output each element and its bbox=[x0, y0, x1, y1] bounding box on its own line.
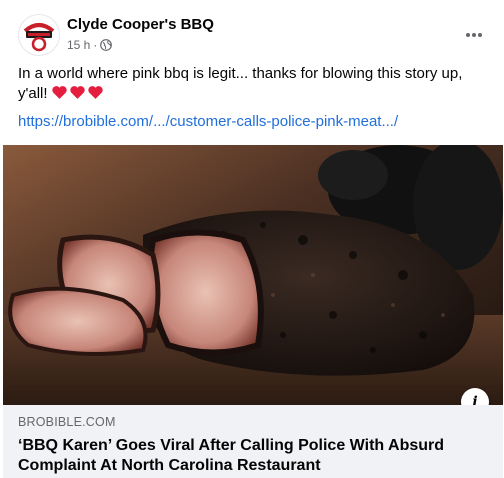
meta-separator: · bbox=[93, 38, 98, 52]
post-text: In a world where pink bbq is legit... th… bbox=[18, 64, 488, 104]
heart-emoji-icon bbox=[51, 86, 67, 99]
more-options-button[interactable] bbox=[462, 23, 486, 47]
more-options-icon bbox=[466, 33, 482, 37]
post-header: Clyde Cooper's BBQ 15 h · bbox=[0, 0, 504, 60]
clyde-coopers-logo-icon bbox=[19, 15, 59, 55]
link-headline[interactable]: ‘BBQ Karen’ Goes Viral After Calling Pol… bbox=[18, 436, 488, 476]
post-link[interactable]: https://brobible.com/.../customer-calls-… bbox=[18, 113, 398, 130]
page-name[interactable]: Clyde Cooper's BBQ bbox=[67, 16, 214, 33]
heart-emojis bbox=[51, 84, 104, 101]
brisket-photo bbox=[3, 145, 503, 405]
facebook-post: Clyde Cooper's BBQ 15 h · In a world whe… bbox=[0, 0, 504, 478]
link-preview-caption[interactable]: BROBIBLE.COM ‘BBQ Karen’ Goes Viral Afte… bbox=[3, 405, 503, 478]
post-time[interactable]: 15 h bbox=[67, 38, 90, 52]
heart-emoji-icon bbox=[69, 86, 85, 99]
post-meta: 15 h · bbox=[67, 38, 113, 52]
page-avatar[interactable] bbox=[18, 14, 60, 56]
link-preview-image[interactable] bbox=[3, 145, 503, 405]
heart-emoji-icon bbox=[87, 86, 103, 99]
link-domain: BROBIBLE.COM bbox=[18, 415, 116, 429]
globe-icon[interactable] bbox=[100, 39, 113, 51]
